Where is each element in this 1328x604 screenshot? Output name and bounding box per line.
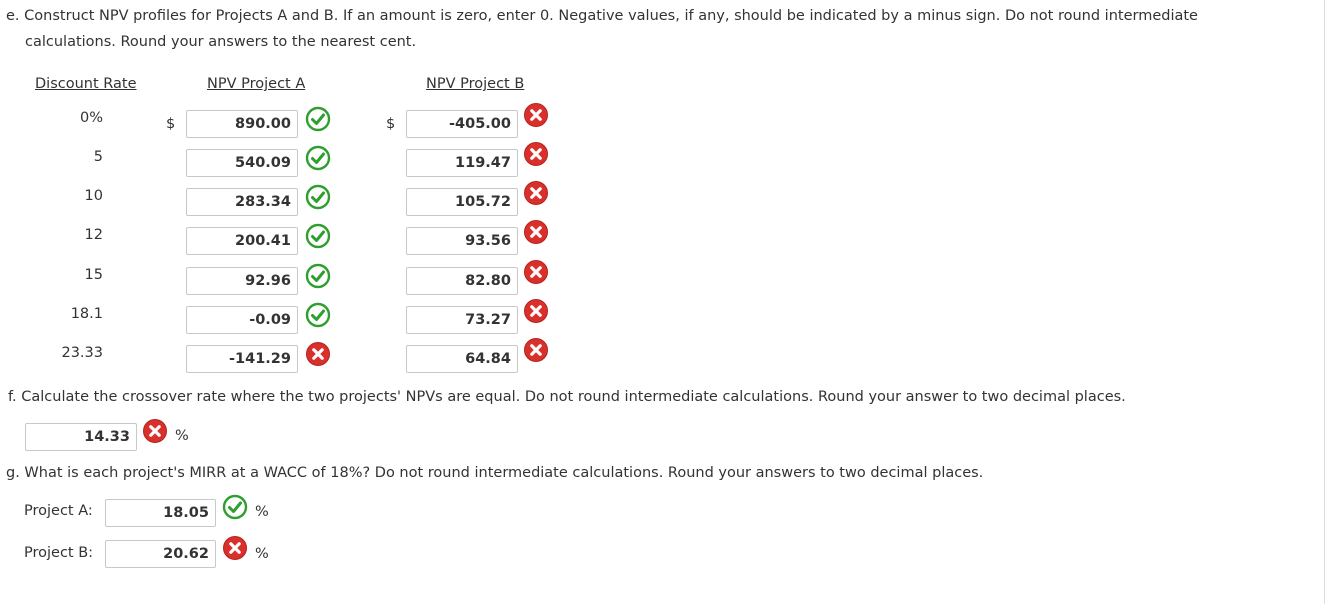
npv-a-input[interactable]: 200.41 [186,227,298,255]
npv-a-input[interactable]: 283.34 [186,188,298,216]
x-circle-icon [523,141,549,167]
check-circle-icon [305,145,331,171]
discount-rate-cell: 18.1 [70,306,103,322]
x-circle-icon [523,180,549,206]
npv-a-input[interactable]: 92.96 [186,267,298,295]
mirr-a-unit: % [255,504,269,520]
npv-b-input[interactable]: -405.00 [406,110,518,138]
header-discount-rate: Discount Rate [35,76,137,92]
npv-a-input[interactable]: 890.00 [186,110,298,138]
npv-b-input[interactable]: 105.72 [406,188,518,216]
currency-symbol-a: $ [166,116,176,132]
mirr-project-b-input[interactable]: 20.62 [105,540,216,568]
npv-b-input[interactable]: 82.80 [406,267,518,295]
check-circle-icon [305,302,331,328]
discount-rate-cell: 10 [84,188,103,204]
project-b-label: Project B: [24,545,94,561]
discount-rate-cell: 23.33 [61,345,103,361]
project-a-label: Project A: [24,503,93,519]
discount-rate-cell: 0% [79,110,103,126]
npv-b-input[interactable]: 119.47 [406,149,518,177]
npv-b-input[interactable]: 73.27 [406,306,518,334]
page-edge [1324,0,1325,604]
discount-rate-cell: 12 [84,227,103,243]
check-circle-icon [222,494,248,520]
check-circle-icon [305,106,331,132]
header-npv-project-b: NPV Project B [426,76,525,92]
discount-rate-cell: 5 [93,149,103,165]
part-e-question-cont: calculations. Round your answers to the … [25,34,417,50]
part-g-question: g. What is each project's MIRR at a WACC… [6,465,984,481]
check-circle-icon [305,263,331,289]
x-circle-icon [142,418,168,444]
crossover-unit: % [175,428,189,444]
x-circle-icon [523,337,549,363]
mirr-b-unit: % [255,546,269,562]
check-circle-icon [305,223,331,249]
header-npv-project-a: NPV Project A [207,76,306,92]
npv-a-input[interactable]: 540.09 [186,149,298,177]
mirr-project-a-input[interactable]: 18.05 [105,499,216,527]
crossover-rate-input[interactable]: 14.33 [25,423,137,451]
part-e-question: e. Construct NPV profiles for Projects A… [6,8,1198,24]
npv-b-input[interactable]: 93.56 [406,227,518,255]
discount-rate-cell: 15 [84,267,103,283]
part-f-question: f. Calculate the crossover rate where th… [8,389,1126,405]
npv-a-input[interactable]: -141.29 [186,345,298,373]
npv-a-input[interactable]: -0.09 [186,306,298,334]
x-circle-icon [523,298,549,324]
x-circle-icon [523,219,549,245]
x-circle-icon [222,535,248,561]
x-circle-icon [305,341,331,367]
currency-symbol-b: $ [386,116,396,132]
check-circle-icon [305,184,331,210]
npv-b-input[interactable]: 64.84 [406,345,518,373]
x-circle-icon [523,102,549,128]
x-circle-icon [523,259,549,285]
